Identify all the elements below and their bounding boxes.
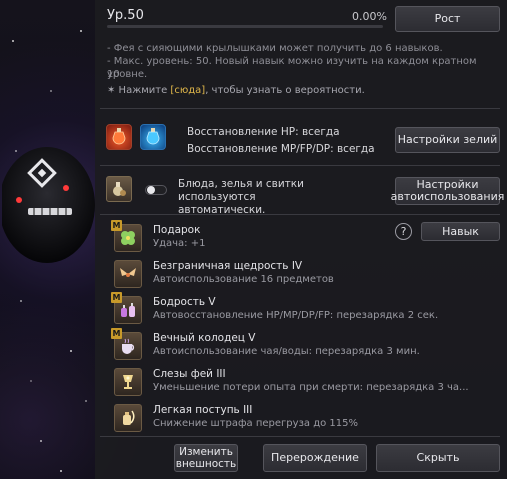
- divider: [100, 436, 500, 437]
- divider: [100, 214, 500, 215]
- skill-name: Легкая поступь III: [153, 404, 253, 416]
- auto-use-text-line2: автоматически.: [178, 204, 266, 216]
- probability-hint: ✶ Нажмите [сюда], чтобы узнать о вероятн…: [107, 85, 365, 96]
- exp-percent: 0.00%: [352, 10, 387, 23]
- hint-prefix: ✶ Нажмите: [107, 85, 171, 96]
- auto-use-settings-button[interactable]: Настройки автоиспользования: [391, 177, 504, 205]
- skill-badge-m: M: [111, 328, 122, 339]
- red-potion-icon: [106, 124, 132, 150]
- chalice-icon: [114, 368, 142, 396]
- skill-desc: Автоиспользование чая/воды: перезарядка …: [153, 346, 420, 357]
- potion-settings-button[interactable]: Настройки зелий: [395, 127, 500, 153]
- hint-suffix: , чтобы узнать о вероятности.: [205, 85, 365, 96]
- skill-name: Подарок: [153, 224, 201, 236]
- skill-badge-m: M: [111, 292, 122, 303]
- divider: [100, 165, 500, 166]
- blue-potion-icon: [140, 124, 166, 150]
- fairy-pet-portrait: [0, 125, 102, 265]
- hp-recovery-text: Восстановление HP: всегда: [187, 126, 340, 138]
- grow-button[interactable]: Рост: [395, 6, 500, 32]
- mp-recovery-text: Восстановление MP/FP/DP: всегда: [187, 143, 375, 155]
- auto-use-text-line1: Блюда, зелья и свитки используются: [178, 178, 304, 203]
- auto-use-settings-line2: автоиспользования: [390, 190, 505, 203]
- food-potion-scroll-icon: [106, 176, 132, 202]
- wings-icon: [114, 260, 142, 288]
- divider: [100, 108, 500, 109]
- exp-progress-bar: [107, 25, 383, 28]
- skill-desc: Снижение штрафа перегруза до 115%: [153, 418, 358, 429]
- change-appearance-line2: внешность: [175, 458, 237, 470]
- auto-use-text: Блюда, зелья и свитки используются автом…: [178, 178, 378, 217]
- skill-desc: Автоиспользование 16 предметов: [153, 274, 334, 285]
- change-appearance-button[interactable]: Изменить внешность: [174, 444, 238, 472]
- skill-name: Вечный колодец V: [153, 332, 256, 344]
- toggle-knob: [147, 186, 155, 194]
- skill-name: Бодрость V: [153, 296, 216, 308]
- probability-link[interactable]: [сюда]: [170, 85, 205, 96]
- info-line-1: - Фея с сияющими крылышками может получи…: [107, 43, 443, 54]
- skill-name: Слезы фей III: [153, 368, 226, 380]
- skill-name: Безграничная щедрость IV: [153, 260, 303, 272]
- hide-button[interactable]: Скрыть: [376, 444, 500, 472]
- info-line-3: уровне.: [107, 69, 148, 80]
- skill-desc: Уменьшение потери опыта при смерти: пере…: [153, 382, 469, 393]
- skill-desc: Автовосстановление HP/MP/DP/FP: перезаря…: [153, 310, 439, 321]
- rebirth-button[interactable]: Перерождение: [263, 444, 367, 472]
- auto-use-toggle[interactable]: [145, 185, 167, 195]
- change-appearance-line1: Изменить: [179, 446, 233, 458]
- feather-bottle-icon: [114, 404, 142, 432]
- skill-badge-m: M: [111, 220, 122, 231]
- level-label: Ур.50: [107, 8, 144, 23]
- skill-desc: Удача: +1: [153, 238, 206, 249]
